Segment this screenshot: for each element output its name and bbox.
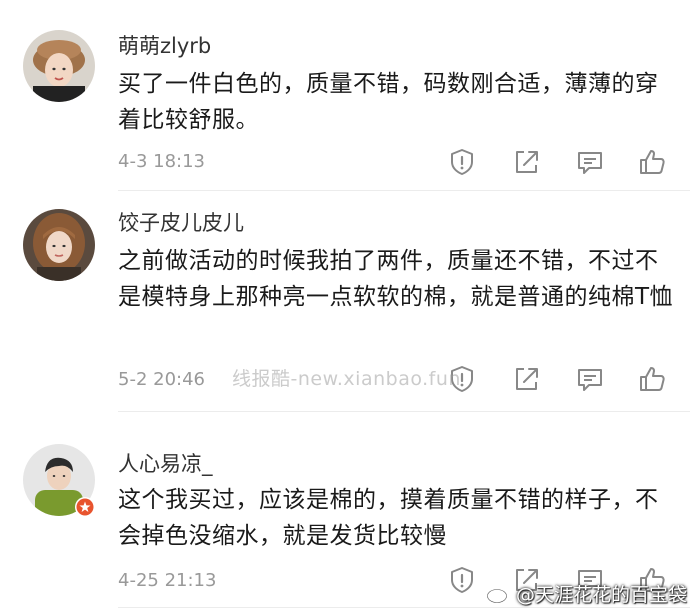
like-icon[interactable] — [636, 363, 668, 395]
share-icon[interactable] — [510, 146, 542, 178]
watermark-handle: @天涯花花的百宝袋 — [516, 584, 688, 606]
comment-text: 买了一件白色的，质量不错，码数刚合适，薄薄的穿着比较舒服。 — [118, 71, 659, 133]
comment-time: 4-3 18:13 — [118, 151, 205, 172]
share-icon[interactable] — [510, 363, 542, 395]
comment-list: 萌萌zlyrb 买了一件白色的，质量不错，码数刚合适，薄薄的穿着比较舒服。 4-… — [0, 0, 690, 612]
user-avatar[interactable] — [23, 30, 95, 102]
username[interactable]: 饺子皮儿皮儿 — [118, 209, 244, 237]
comment-text: 这个我买过，应该是棉的，摸着质量不错的样子，不会掉色没缩水，就是发货比较慢 — [118, 487, 659, 549]
watermark-text: 线报酷-new.xianbao.fun — [232, 368, 461, 390]
username[interactable]: 萌萌zlyrb — [118, 32, 211, 60]
comment-time: 5-2 20:46 — [118, 369, 205, 390]
comment-text: 之前做活动的时候我拍了两件，质量还不错，不过不是模特身上那种亮一点软软的棉，就是… — [118, 248, 674, 310]
weibo-logo-icon — [486, 581, 512, 605]
watermark-corner: @天涯花花的百宝袋 — [486, 578, 688, 608]
comment-time: 4-25 21:13 — [118, 570, 217, 591]
report-icon[interactable] — [446, 146, 478, 178]
comment-item: 萌萌zlyrb 买了一件白色的，质量不错，码数刚合适，薄薄的穿着比较舒服。 4-… — [0, 0, 690, 200]
user-avatar[interactable] — [23, 209, 95, 281]
comment-icon[interactable] — [574, 363, 606, 395]
comment-actions — [440, 146, 680, 178]
username[interactable]: 人心易凉_ — [118, 450, 213, 478]
report-icon[interactable] — [446, 564, 478, 596]
like-icon[interactable] — [636, 146, 668, 178]
comment-actions — [440, 363, 680, 395]
verified-badge-icon — [74, 496, 96, 518]
comment-icon[interactable] — [574, 146, 606, 178]
